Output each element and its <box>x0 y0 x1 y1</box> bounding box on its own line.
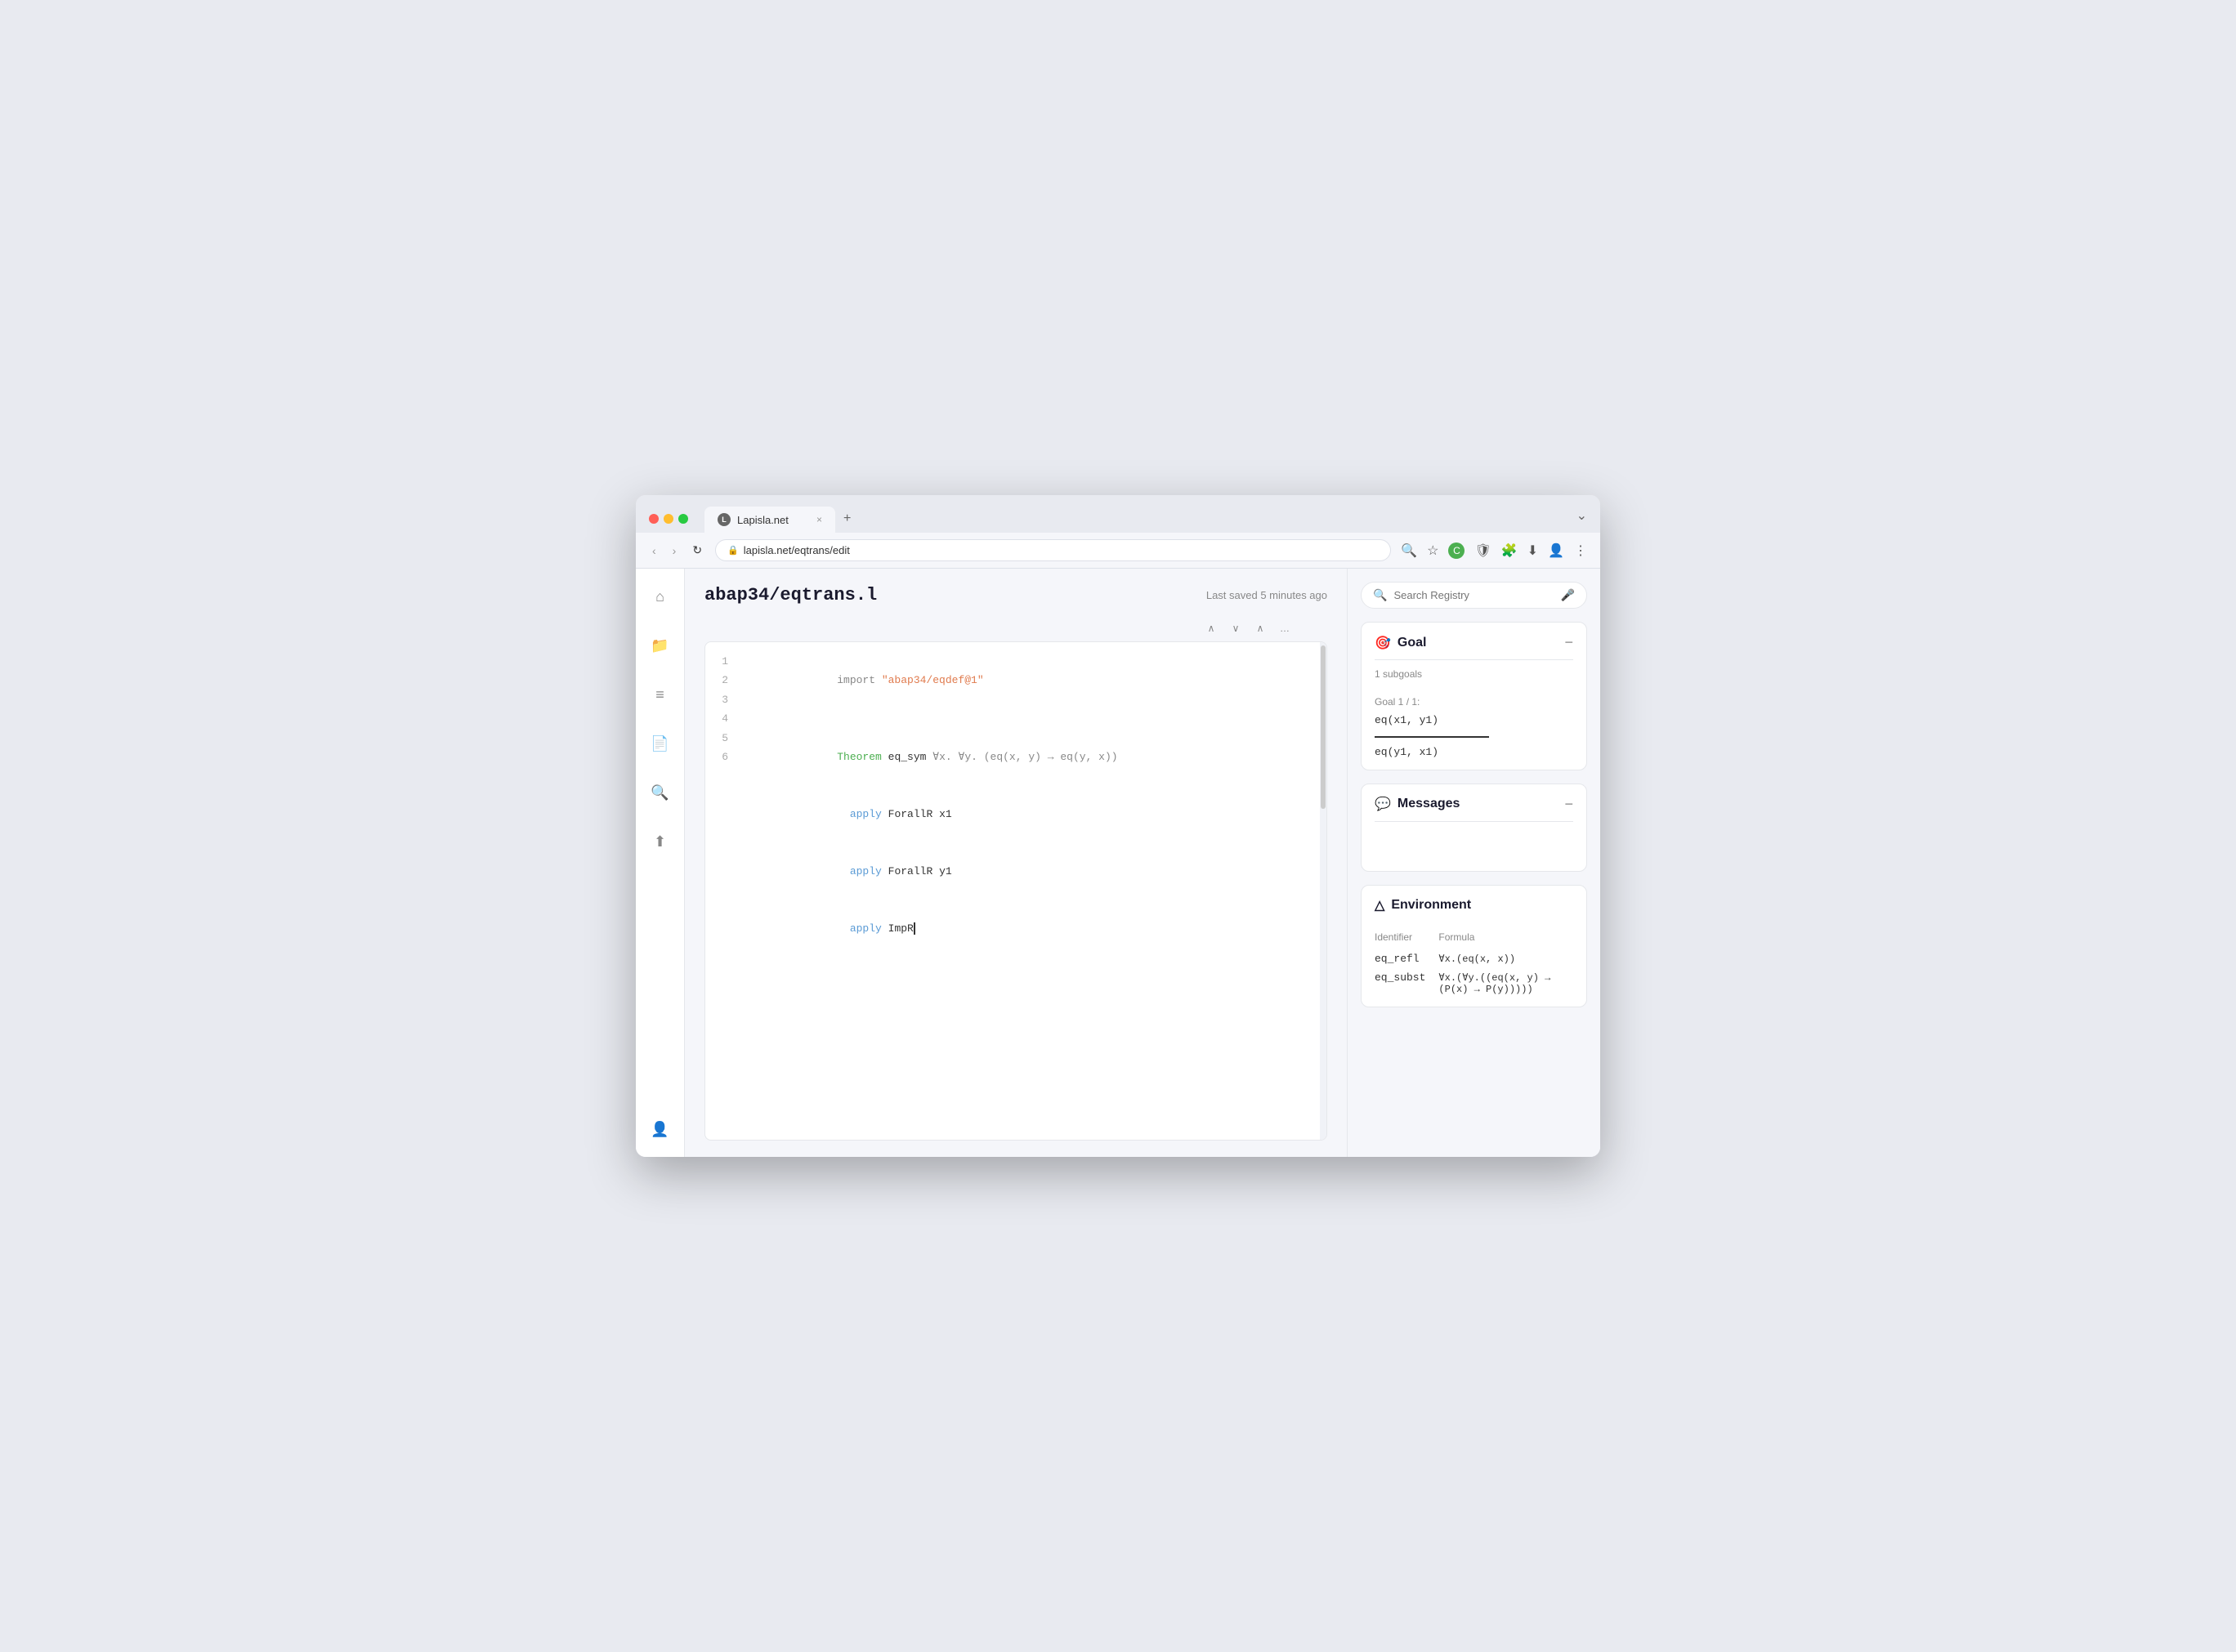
sidebar-user[interactable]: 👤 <box>646 1114 675 1144</box>
sidebar-document[interactable]: 📄 <box>646 729 675 758</box>
scrollbar-track[interactable] <box>1320 642 1326 1140</box>
environment-section: Identifier Formula eq_refl∀x.(eq(x, x))e… <box>1362 922 1586 1007</box>
tab-favicon: L <box>718 513 731 526</box>
more-menu-icon[interactable]: ⋮ <box>1574 542 1587 559</box>
lock-icon: 🔒 <box>727 545 739 556</box>
search-toolbar-icon[interactable]: 🔍 <box>1401 542 1417 559</box>
back-button[interactable]: ‹ <box>649 542 660 559</box>
code-line-5: apply ForallR y1 <box>748 843 1317 900</box>
editor-header: abap34/eqtrans.l Last saved 5 minutes ag… <box>704 585 1327 605</box>
code-line-6: apply ImpR <box>748 900 1317 958</box>
close-button[interactable] <box>649 514 659 524</box>
code-line-3: Theorem eq_sym ∀x. ∀y. (eq(x, y) → eq(y,… <box>748 729 1317 786</box>
goal-title-text: Goal <box>1398 636 1427 650</box>
messages-card-header: 💬 Messages − <box>1362 784 1586 821</box>
browser-toolbar: 🔍 ☆ C 🛡 🧩 ⬇ 👤 ⋮ <box>1401 542 1587 559</box>
fullscreen-button[interactable] <box>678 514 688 524</box>
editor-container: abap34/eqtrans.l Last saved 5 minutes ag… <box>685 569 1347 1157</box>
goal-subgoals: 1 subgoals <box>1362 660 1586 688</box>
sidebar-search[interactable]: 🔍 <box>646 778 675 807</box>
goal-separator <box>1375 736 1489 738</box>
env-identifier: eq_subst <box>1375 968 1438 997</box>
editor-toolbar: ∧ ∨ ∧ … <box>704 618 1327 638</box>
url-text: lapisla.net/eqtrans/edit <box>744 544 850 556</box>
main-content: ⌂ 📁 ≡ 📄 🔍 ⬆ 👤 abap34/eqtrans.l Last save… <box>636 569 1600 1157</box>
environment-card: △ Environment Identifier Formula <box>1361 885 1587 1007</box>
goal-hypothesis: eq(x1, y1) <box>1375 712 1573 730</box>
goal-icon: 🎯 <box>1375 635 1391 651</box>
goal-minimize-btn[interactable]: − <box>1564 634 1573 651</box>
messages-icon: 💬 <box>1375 796 1391 812</box>
scrollbar-thumb[interactable] <box>1321 645 1326 809</box>
forward-button[interactable]: › <box>669 542 680 559</box>
messages-title: 💬 Messages <box>1375 796 1460 812</box>
env-col-identifier: Identifier <box>1375 931 1438 949</box>
environment-icon: △ <box>1375 897 1384 913</box>
code-line-2 <box>748 709 1317 728</box>
file-title: abap34/eqtrans.l <box>704 585 877 605</box>
more-btn[interactable]: … <box>1275 618 1295 638</box>
url-bar[interactable]: 🔒 lapisla.net/eqtrans/edit <box>715 539 1391 561</box>
save-status: Last saved 5 minutes ago <box>1206 589 1327 601</box>
goal-conclusion: eq(y1, x1) <box>1375 744 1573 761</box>
scroll-up2-btn[interactable]: ∧ <box>1250 618 1270 638</box>
env-table-row: eq_refl∀x.(eq(x, x)) <box>1375 949 1573 968</box>
code-line-1: import "abap34/eqdef@1" <box>748 652 1317 709</box>
code-lines[interactable]: import "abap34/eqdef@1" Theorem eq_sym ∀… <box>738 652 1326 958</box>
extensions-icon[interactable]: 🧩 <box>1501 542 1518 559</box>
tab-close-button[interactable]: × <box>816 514 822 525</box>
shield-toolbar-icon[interactable]: 🛡 <box>1474 542 1491 559</box>
goal-card: 🎯 Goal − 1 subgoals Goal 1 / 1: eq(x1, y… <box>1361 622 1587 770</box>
goal-section: Goal 1 / 1: eq(x1, y1) eq(y1, x1) <box>1362 688 1586 770</box>
env-table-row: eq_subst∀x.(∀y.((eq(x, y) → (P(x) → P(y)… <box>1375 968 1573 997</box>
messages-content <box>1362 822 1586 871</box>
new-tab-button[interactable]: + <box>835 505 859 533</box>
scroll-down-btn[interactable]: ∨ <box>1226 618 1245 638</box>
search-registry-input[interactable] <box>1393 589 1554 601</box>
code-line-4: apply ForallR x1 <box>748 786 1317 843</box>
reload-button[interactable]: ↻ <box>689 542 705 559</box>
messages-minimize-btn[interactable]: − <box>1564 796 1573 813</box>
goal-title: 🎯 Goal <box>1375 635 1426 651</box>
search-registry-bar[interactable]: 🔍 🎤 <box>1361 582 1587 609</box>
goal-label: Goal 1 / 1: <box>1375 696 1573 708</box>
line-numbers: 1 2 3 4 5 6 <box>705 652 738 958</box>
messages-title-text: Messages <box>1398 797 1460 811</box>
traffic-lights <box>649 514 688 524</box>
environment-card-header: △ Environment <box>1362 886 1586 922</box>
sidebar-files[interactable]: 📁 <box>646 631 675 660</box>
env-formula: ∀x.(∀y.((eq(x, y) → (P(x) → P(y))))) <box>1438 968 1573 997</box>
env-identifier: eq_refl <box>1375 949 1438 968</box>
search-registry-icon: 🔍 <box>1373 588 1387 602</box>
circlec-icon[interactable]: C <box>1448 542 1465 559</box>
scroll-up-btn[interactable]: ∧ <box>1201 618 1221 638</box>
goal-card-header: 🎯 Goal − <box>1362 623 1586 659</box>
env-formula: ∀x.(eq(x, x)) <box>1438 949 1573 968</box>
environment-title-text: Environment <box>1391 898 1471 913</box>
tab-title: Lapisla.net <box>737 514 789 526</box>
code-editor[interactable]: 1 2 3 4 5 6 import "abap34/eqdef@1" T <box>704 641 1327 1141</box>
mic-icon[interactable]: 🎤 <box>1561 588 1575 602</box>
messages-card: 💬 Messages − <box>1361 784 1587 872</box>
window-controls[interactable]: ⌄ <box>1576 507 1587 530</box>
profile-toolbar-icon[interactable]: 👤 <box>1548 542 1564 559</box>
sidebar-upload[interactable]: ⬆ <box>646 827 675 856</box>
tab-bar: L Lapisla.net × + <box>704 505 1570 533</box>
minimize-button[interactable] <box>664 514 673 524</box>
sidebar-list[interactable]: ≡ <box>646 680 675 709</box>
environment-table: Identifier Formula eq_refl∀x.(eq(x, x))e… <box>1375 931 1573 997</box>
environment-title: △ Environment <box>1375 897 1471 913</box>
right-panel: 🔍 🎤 🎯 Goal − 1 subgoals Goal 1 / 1: <box>1347 569 1600 1157</box>
sidebar: ⌂ 📁 ≡ 📄 🔍 ⬆ 👤 <box>636 569 685 1157</box>
address-bar: ‹ › ↻ 🔒 lapisla.net/eqtrans/edit 🔍 ☆ C 🛡… <box>636 533 1600 569</box>
download-toolbar-icon[interactable]: ⬇ <box>1527 542 1538 559</box>
bookmark-icon[interactable]: ☆ <box>1427 542 1438 559</box>
active-tab[interactable]: L Lapisla.net × <box>704 507 835 533</box>
title-bar: L Lapisla.net × + ⌄ <box>636 495 1600 533</box>
sidebar-home[interactable]: ⌂ <box>646 582 675 611</box>
browser-window: L Lapisla.net × + ⌄ ‹ › ↻ 🔒 lapisla.net/… <box>636 495 1600 1157</box>
env-col-formula: Formula <box>1438 931 1573 949</box>
